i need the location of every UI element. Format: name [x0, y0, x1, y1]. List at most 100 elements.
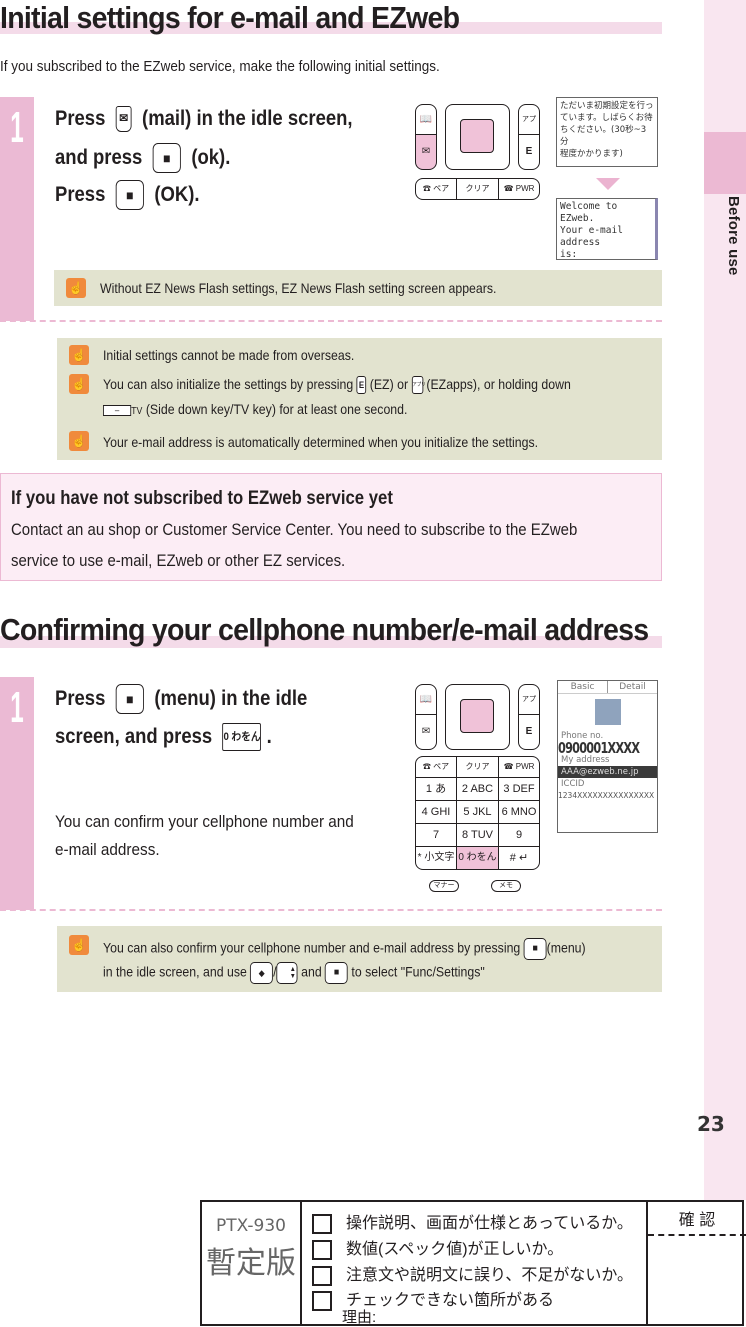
mail-key-icon: ✉	[415, 134, 437, 170]
text: (OK).	[154, 183, 200, 206]
tab-basic: Basic	[570, 682, 595, 692]
key-6: 6 MNO	[498, 800, 540, 824]
power-key-icon: ☎ PWR	[498, 178, 540, 200]
screen-initializing: ただいま初期設定を行っ ています。しばらくお待 ちください。(30秒~3分 程度…	[556, 97, 658, 167]
step-instruction-line-2: and press ■ (ok).	[55, 139, 230, 177]
note-text: Without EZ News Flash settings, EZ News …	[100, 280, 497, 296]
power-key-icon: ☎ PWR	[498, 756, 540, 778]
key-3: 3 DEF	[498, 777, 540, 801]
page-number: 23	[697, 1112, 725, 1136]
phone-number: 0900001XXXX	[558, 739, 640, 757]
avatar	[594, 699, 621, 725]
step-instruction-line-3: Press ■ (OK).	[55, 176, 200, 214]
center-key-icon	[460, 119, 494, 153]
review-checklist-box: PTX-930 暫定版 操作説明、画面が仕様とあっているか。 数値(スペック値)…	[200, 1200, 746, 1326]
pointing-hand-icon: ☝	[69, 935, 89, 955]
screen-welcome: Welcome to EZweb. Your e-mail address is…	[556, 198, 658, 260]
mail-key-icon: ✉	[115, 106, 132, 133]
confirm-label: 確 認	[648, 1206, 746, 1236]
section-title-initial-settings: Initial settings for e-mail and EZweb	[0, 0, 460, 35]
app-key-icon: アプリ	[518, 684, 540, 733]
key-2: 2 ABC	[456, 777, 499, 801]
checklist-item[interactable]: 数値(スペック値)が正しいか。	[312, 1235, 563, 1260]
section-title-confirming: Confirming your cellphone number/e-mail …	[0, 612, 649, 647]
key-4: 4 GHI	[415, 800, 457, 824]
side-tab-active-marker	[704, 132, 746, 194]
ez-key-icon: E	[518, 134, 540, 170]
dashed-divider	[0, 320, 662, 322]
text: (ok).	[191, 146, 231, 169]
memo-key-icon: メモ	[491, 880, 521, 892]
note-box-ez-news: ☝ Without EZ News Flash settings, EZ New…	[54, 270, 662, 306]
subscribe-info-box: If you have not subscribed to EZweb serv…	[0, 473, 662, 581]
checkbox[interactable]	[312, 1265, 332, 1286]
key-hash: # ↵	[498, 846, 540, 870]
clear-key-icon: クリア	[456, 756, 499, 778]
arrow-down-icon	[596, 178, 620, 190]
step-instruction-line-2: screen, and press 0 わをん.	[55, 718, 272, 756]
key-1: 1 あ	[415, 777, 457, 801]
subscribe-title: If you have not subscribed to EZweb serv…	[11, 488, 393, 509]
phonebook-key-icon: 📖	[415, 104, 437, 136]
note-text-line1: You can also confirm your cellphone numb…	[103, 938, 586, 960]
pointing-hand-icon: ☝	[69, 345, 89, 365]
key-9: 9 WXYZ	[498, 823, 540, 863]
center-key-icon: ■	[152, 143, 181, 174]
side-tab-before-use[interactable]: Before use	[708, 196, 742, 306]
checklist-item[interactable]: 操作説明、画面が仕様とあっているか。	[312, 1209, 633, 1234]
phonebook-key-icon: 📖	[415, 684, 437, 716]
model-label: PTX-930	[215, 1216, 287, 1236]
pointing-hand-icon: ☝	[69, 374, 89, 394]
dashed-divider	[0, 909, 662, 911]
key-0: 0 わをん	[456, 846, 499, 870]
mail-key-icon: ✉	[415, 714, 437, 750]
note-text-initialize: You can also initialize the settings by …	[103, 376, 571, 395]
iccid-label: ICCID	[561, 779, 585, 789]
keypad-illustration-full: 📖 ✉ アプリ E ☎ ペア クリア ☎ PWR 1 あ 2 ABC 3 DEF…	[415, 680, 540, 912]
ez-key-icon: E	[518, 714, 540, 750]
center-key-icon: ■	[523, 938, 547, 960]
clear-key-icon: クリア	[456, 178, 499, 200]
step-number: 1	[10, 683, 24, 732]
center-key-icon	[460, 699, 494, 733]
checkbox[interactable]	[312, 1239, 332, 1260]
note-text-initialize-line2: – TV (Side down key/TV key) for at least …	[103, 401, 407, 417]
text: and press	[55, 146, 143, 169]
iccid-value: 1234XXXXXXXXXXXXXXX	[558, 791, 655, 800]
side-down-key-icon: –	[103, 404, 132, 416]
text: (mail) in the idle screen,	[142, 107, 353, 130]
checkbox[interactable]	[312, 1213, 332, 1234]
call-key-icon: ☎ ペア	[415, 756, 457, 778]
text: Press	[55, 183, 106, 206]
subscribe-text-line1: Contact an au shop or Customer Service C…	[11, 520, 578, 539]
step-number: 1	[10, 103, 24, 152]
step-description-line1: You can confirm your cellphone number an…	[55, 812, 354, 831]
status-label: 暫定版	[206, 1247, 296, 1280]
pointing-hand-icon: ☝	[66, 278, 86, 298]
checklist-item[interactable]: 注意文や説明文に誤り、不足がないか。	[312, 1261, 633, 1286]
pointing-hand-icon: ☝	[69, 431, 89, 451]
call-key-icon: ☎ ペア	[415, 178, 457, 200]
model-cell: PTX-930 暫定版	[202, 1202, 302, 1324]
zero-key-icon: 0 わをん	[222, 723, 262, 752]
app-key-icon: アプリ	[411, 376, 426, 395]
reason-label: 理由:	[342, 1309, 377, 1326]
note-box-general: ☝ Initial settings cannot be made from o…	[57, 338, 662, 460]
manner-key-icon: マナー	[429, 880, 459, 892]
note-text: Initial settings cannot be made from ove…	[103, 347, 355, 363]
dpad-icon	[445, 104, 510, 170]
checkbox[interactable]	[312, 1290, 332, 1311]
center-key-icon: ■	[115, 180, 144, 211]
confirm-cell: 確 認	[646, 1202, 746, 1324]
key-5: 5 JKL	[456, 800, 499, 824]
step-description-line2: e-mail address.	[55, 840, 160, 859]
keypad-illustration: 📖 ✉ アプリ E ☎ ペア クリア ☎ PWR	[415, 100, 540, 210]
ez-key-icon: E	[356, 376, 367, 395]
center-key-icon: ■	[325, 962, 348, 984]
tab-detail: Detail	[607, 681, 657, 693]
dpad-multi-icon: ◆	[250, 962, 274, 984]
note-box-confirm: ☝ You can also confirm your cellphone nu…	[57, 926, 662, 992]
dpad-updown-icon: ▲▼	[276, 962, 298, 984]
intro-text: If you subscribed to the EZweb service, …	[0, 58, 440, 75]
subscribe-text-line2: service to use e-mail, EZweb or other EZ…	[11, 551, 346, 570]
